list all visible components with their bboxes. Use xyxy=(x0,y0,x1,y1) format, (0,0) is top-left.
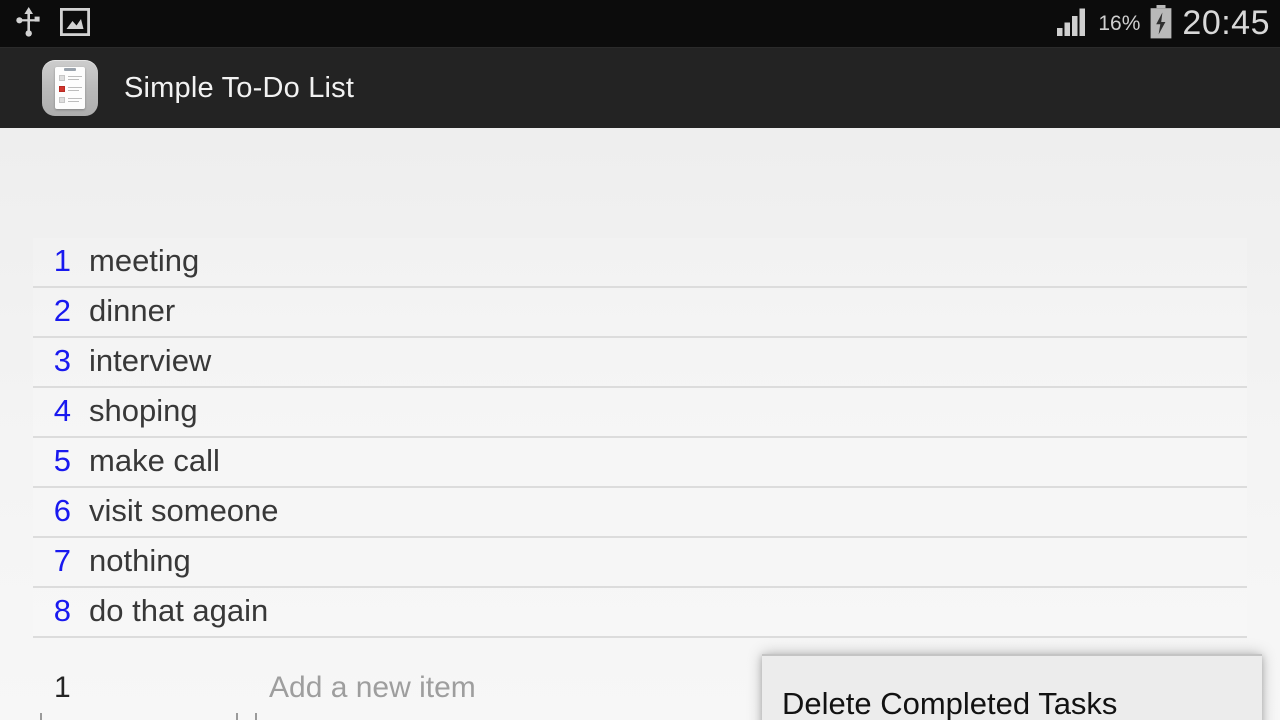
clipboard-line-6 xyxy=(68,101,79,102)
status-bar: 16% 20:45 xyxy=(0,0,1280,48)
task-label: nothing xyxy=(89,543,191,578)
clipboard-line-3 xyxy=(68,87,82,88)
status-bar-right-status: 16% 20:45 xyxy=(1057,0,1270,48)
table-row[interactable]: 6 visit someone xyxy=(33,488,1247,538)
overflow-popup-menu: Delete Completed Tasks Change List Color xyxy=(762,654,1262,720)
table-row[interactable]: 1 meeting xyxy=(33,238,1247,288)
screenshot-icon xyxy=(59,7,91,41)
table-row[interactable]: 4 shoping xyxy=(33,388,1247,438)
quantity-input[interactable] xyxy=(40,662,238,720)
clipboard-checkbox-3 xyxy=(59,97,65,103)
phone-screen: 16% 20:45 Simple To-Do List 1 meeting 2 … xyxy=(0,0,1280,720)
clipboard-clamp xyxy=(64,68,76,71)
task-label: do that again xyxy=(89,593,269,628)
task-number: 6 xyxy=(53,493,71,528)
battery-charging-icon xyxy=(1149,4,1173,44)
table-row[interactable]: 3 interview xyxy=(33,338,1247,388)
task-number: 7 xyxy=(53,543,71,578)
signal-bars-icon xyxy=(1057,8,1089,41)
clipboard-line-4 xyxy=(68,90,79,91)
task-list: 1 meeting 2 dinner 3 interview 4 shoping… xyxy=(33,238,1247,638)
clock-label: 20:45 xyxy=(1182,3,1270,42)
task-label: meeting xyxy=(89,243,200,278)
task-number: 8 xyxy=(53,593,71,628)
task-label: dinner xyxy=(89,293,176,328)
clipboard-checkbox-1 xyxy=(59,75,65,81)
clipboard-sheet xyxy=(55,67,85,109)
usb-icon xyxy=(16,6,42,42)
task-number: 3 xyxy=(53,343,71,378)
task-label: interview xyxy=(89,343,212,378)
menu-item-delete-completed-tasks[interactable]: Delete Completed Tasks xyxy=(762,656,1262,720)
table-row[interactable]: 2 dinner xyxy=(33,288,1247,338)
table-row[interactable]: 8 do that again xyxy=(33,588,1247,638)
app-title: Simple To-Do List xyxy=(124,71,355,104)
task-label: visit someone xyxy=(89,493,279,528)
table-row[interactable]: 7 nothing xyxy=(33,538,1247,588)
content-area: 1 meeting 2 dinner 3 interview 4 shoping… xyxy=(0,128,1280,720)
todo-clipboard-icon xyxy=(42,60,98,116)
table-row[interactable]: 5 make call xyxy=(33,438,1247,488)
clipboard-line-5 xyxy=(68,98,82,99)
task-number: 2 xyxy=(53,293,71,328)
task-number: 4 xyxy=(53,393,71,428)
task-number: 1 xyxy=(53,243,71,278)
task-label: make call xyxy=(89,443,220,478)
clipboard-checkbox-2 xyxy=(59,86,65,92)
action-bar: Simple To-Do List xyxy=(0,48,1280,128)
status-bar-left-icons xyxy=(16,0,91,48)
clipboard-line-1 xyxy=(68,76,82,77)
task-number: 5 xyxy=(53,443,71,478)
quantity-field-wrap xyxy=(40,662,238,720)
battery-percent-label: 16% xyxy=(1098,11,1141,35)
task-label: shoping xyxy=(89,393,198,428)
clipboard-line-2 xyxy=(68,79,79,80)
